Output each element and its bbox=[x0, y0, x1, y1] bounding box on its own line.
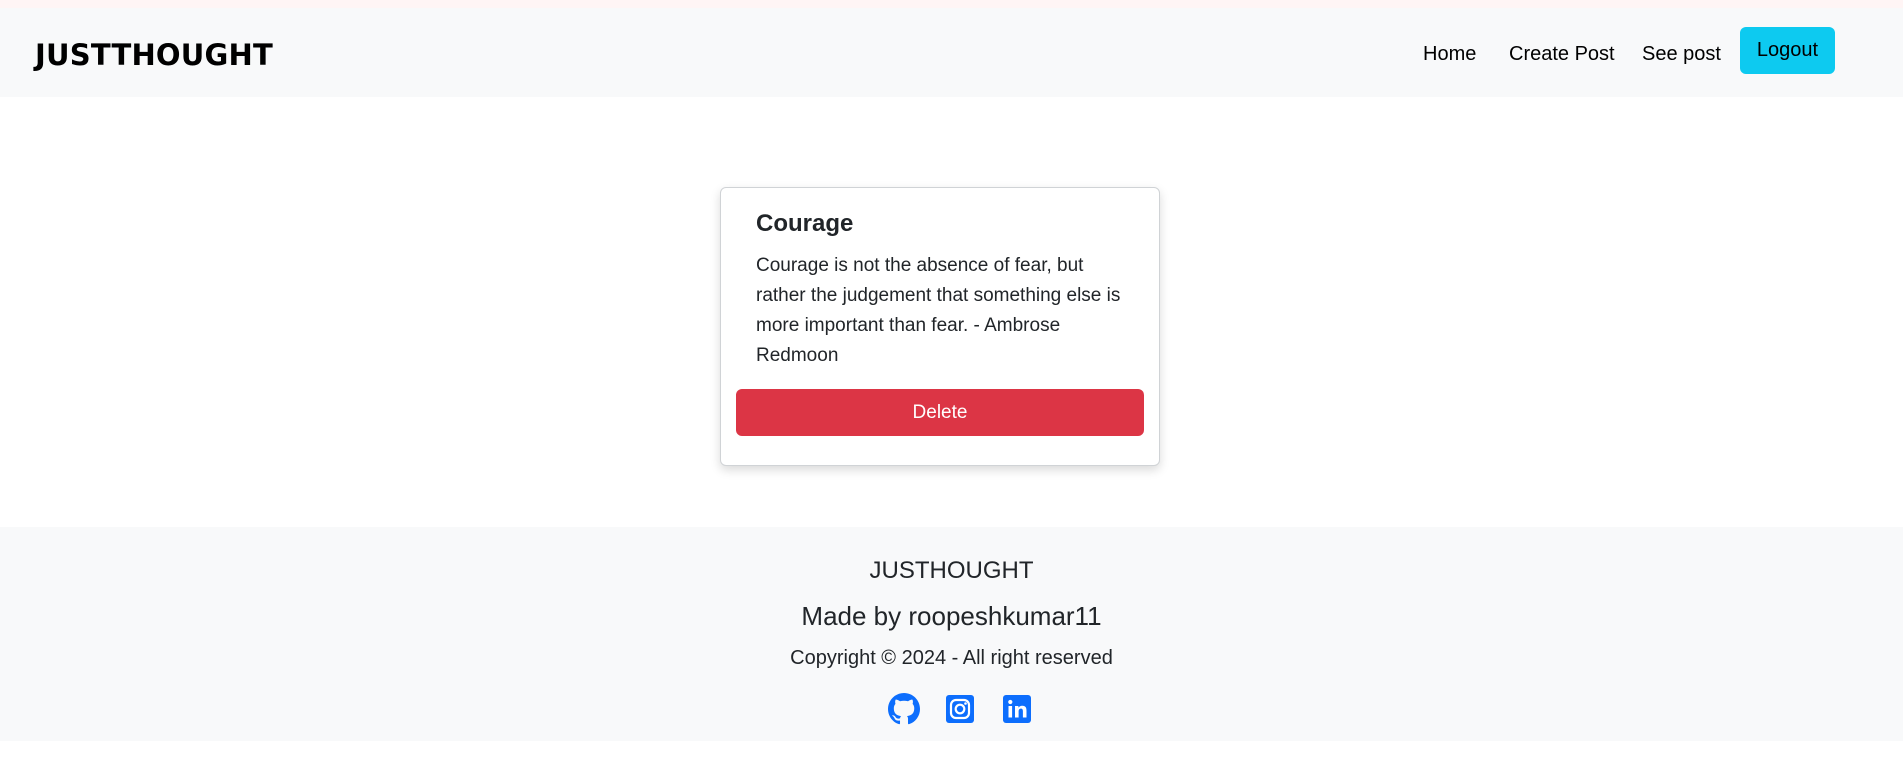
post-body: Courage is not the absence of fear, but … bbox=[756, 255, 1121, 366]
top-accent-line bbox=[0, 0, 1903, 8]
nav-create-post-link[interactable]: Create Post bbox=[1509, 43, 1615, 66]
instagram-icon[interactable] bbox=[944, 693, 976, 725]
delete-button[interactable]: Delete bbox=[736, 389, 1144, 436]
nav-home-link[interactable]: Home bbox=[1423, 43, 1476, 66]
footer-brand: JUSTHOUGHT bbox=[869, 557, 1034, 584]
footer: JUSTHOUGHT Made by roopeshkumar11 Copyri… bbox=[0, 527, 1903, 741]
logout-button[interactable]: Logout bbox=[1740, 27, 1835, 74]
post-card: Courage Courage is not the absence of fe… bbox=[720, 187, 1160, 466]
post-title: Courage bbox=[756, 210, 854, 237]
navbar: JUSTTHOUGHT Home Create Post See post Lo… bbox=[0, 8, 1903, 97]
brand-logo[interactable]: JUSTTHOUGHT bbox=[35, 38, 273, 72]
footer-made-by: Made by roopeshkumar11 bbox=[801, 601, 1102, 631]
github-icon[interactable] bbox=[888, 693, 920, 725]
footer-copyright: Copyright © 2024 - All right reserved bbox=[790, 647, 1113, 669]
nav-see-post-link[interactable]: See post bbox=[1642, 43, 1721, 66]
linkedin-icon[interactable] bbox=[1001, 693, 1033, 725]
